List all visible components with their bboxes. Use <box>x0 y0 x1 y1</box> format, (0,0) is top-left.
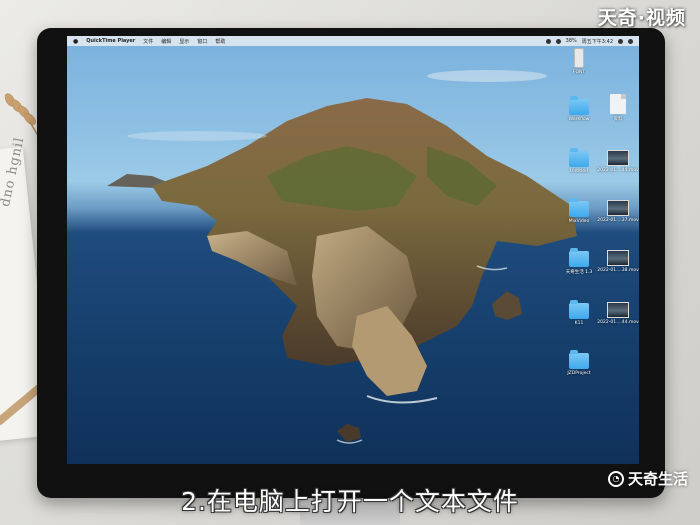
subtitle-caption: 2.在电脑上打开一个文本文件 <box>181 487 519 516</box>
folder-icon <box>569 148 589 167</box>
folder-icon <box>569 198 589 217</box>
desktop-icon-video[interactable]: 2022-01....44.mov <box>597 302 639 325</box>
desktop-icon-folder[interactable]: K11 <box>561 300 597 326</box>
desktop-icon-font-drive[interactable]: FONT <box>561 48 597 75</box>
video-thumbnail-icon <box>607 200 629 216</box>
watermark: 天奇·视频 <box>597 7 686 29</box>
desktop-icon-folder[interactable]: 天奇生活 1.3 <box>561 248 597 275</box>
desktop-screen: ● QuickTime Player 文件 编辑 显示 窗口 帮助 38% 周五… <box>67 36 639 464</box>
desktop-icon-video[interactable]: 2022-01....44.mov <box>597 150 639 173</box>
desktop-icon-video[interactable]: 2022-01....38.mov <box>597 250 639 273</box>
video-thumbnail-icon <box>607 302 629 318</box>
folder-icon <box>569 350 589 369</box>
folder-icon <box>569 248 589 267</box>
desktop-icon-folder[interactable]: MixVideo <box>561 198 597 224</box>
folder-icon <box>569 96 589 115</box>
desktop-icon-folder[interactable]: Untitled <box>561 148 597 174</box>
video-thumbnail-icon <box>607 150 629 166</box>
desktop-icon-folder[interactable]: Workflow <box>561 96 597 122</box>
desktop-icon-folder[interactable]: JZDProject <box>561 350 597 376</box>
video-thumbnail-icon <box>607 250 629 266</box>
folder-icon <box>569 300 589 319</box>
desktop-icons: FONT Workflow 资料 Untitled 2022-01....44.… <box>67 36 639 464</box>
usb-drive-icon <box>574 48 584 68</box>
desktop-icon-video[interactable]: 2022-01....37.mov <box>597 200 639 223</box>
document-icon <box>610 94 626 114</box>
desktop-icon-document[interactable]: 资料 <box>600 94 636 122</box>
